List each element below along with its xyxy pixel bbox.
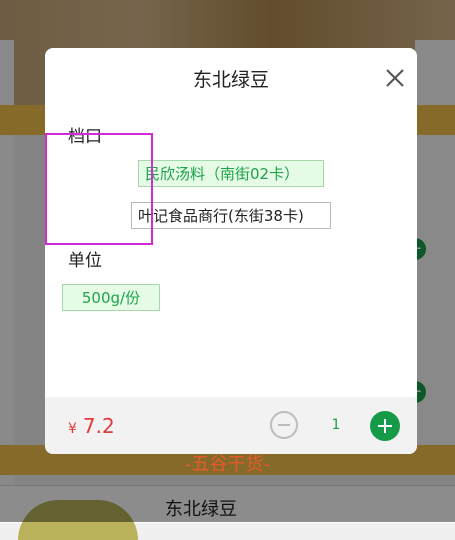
highlight-box [45,133,153,245]
quantity-value: 1 [331,417,341,433]
plus-icon[interactable] [370,411,400,441]
price-value: 7.2 [82,414,115,438]
product-options-dialog: 东北绿豆 档口 民欣汤料（南街02卡） 叶记食品商行(东街38卡) 单位 500… [45,48,417,454]
close-icon[interactable] [385,68,405,88]
dialog-title: 东北绿豆 [192,69,269,91]
unit-section-label: 单位 [68,251,102,271]
minus-icon[interactable] [270,411,298,439]
currency-symbol: ¥ [68,421,77,437]
price: ¥7.2 [68,414,115,438]
stall-option-selected[interactable]: 民欣汤料（南街02卡） [138,160,324,187]
stall-option[interactable]: 叶记食品商行(东街38卡) [131,202,331,229]
unit-option-selected[interactable]: 500g/份 [62,284,160,311]
